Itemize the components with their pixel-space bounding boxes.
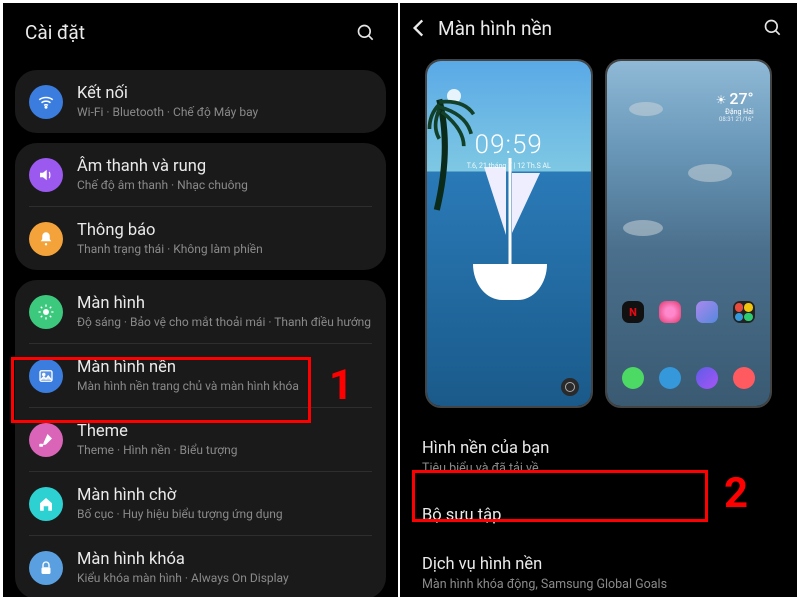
wallpaper-source-list: Hình nền của bạn Tiêu biểu và đã tải về … — [400, 418, 797, 597]
item-subtitle: Kiểu khóa màn hình · Always On Display — [77, 571, 372, 585]
item-subtitle: Theme · Hình nền · Biểu tượng — [77, 443, 372, 457]
item-sound[interactable]: Âm thanh và rung Chế độ âm thanh · Nhạc … — [15, 143, 386, 206]
app-icon — [733, 301, 755, 323]
item-title: Hình nền của bạn — [422, 439, 775, 458]
wifi-icon — [29, 85, 63, 119]
item-title: Theme — [77, 422, 372, 441]
lock-preview-date: T.6, 21 tháng 7 | 12 Th.S AL — [427, 162, 591, 170]
wallpaper-previews: 09:59 T.6, 21 tháng 7 | 12 Th.S AL 27° Đ… — [400, 51, 797, 418]
search-icon[interactable] — [356, 23, 376, 43]
wallpaper-header: Màn hình nền — [400, 3, 797, 51]
message-icon — [659, 367, 681, 389]
preview-app-row: N — [607, 301, 771, 323]
settings-group: Kết nối Wi-Fi · Bluetooth · Chế độ Máy b… — [15, 70, 386, 133]
lockscreen-preview[interactable]: 09:59 T.6, 21 tháng 7 | 12 Th.S AL — [425, 59, 593, 408]
phone-icon — [622, 367, 644, 389]
homescreen-preview[interactable]: 27° Đặng Hải 08:31 21/16° N — [605, 59, 773, 408]
weather-temp: 27° — [716, 89, 754, 108]
item-subtitle: Chế độ âm thanh · Nhạc chuông — [77, 178, 372, 192]
weather-range: 08:31 21/16° — [716, 116, 754, 123]
item-homescreen[interactable]: Màn hình chờ Bố cục · Huy hiệu biểu tượn… — [15, 472, 386, 535]
item-subtitle: Bố cục · Huy hiệu biểu tượng ứng dụng — [77, 507, 372, 521]
camera-icon — [733, 367, 755, 389]
item-gallery[interactable]: Bộ sưu tập — [400, 491, 797, 540]
browser-icon — [696, 367, 718, 389]
item-title: Màn hình — [77, 294, 372, 313]
item-connections[interactable]: Kết nối Wi-Fi · Bluetooth · Chế độ Máy b… — [15, 70, 386, 133]
item-subtitle: Màn hình khóa động, Samsung Global Goals — [422, 577, 775, 592]
wallpaper-panel: Màn hình nền 09:59 T.6, 21 tháng 7 | 12 … — [400, 3, 797, 597]
item-display[interactable]: Màn hình Độ sáng · Bảo vệ cho mắt thoải … — [15, 280, 386, 343]
home-icon — [29, 487, 63, 521]
image-icon — [29, 359, 63, 393]
item-title: Âm thanh và rung — [77, 157, 372, 176]
settings-panel: Cài đặt Kết nối Wi-Fi · Bluetooth · Chế … — [3, 3, 400, 597]
item-your-wallpapers[interactable]: Hình nền của bạn Tiêu biểu và đã tải về — [400, 424, 797, 491]
item-subtitle: Độ sáng · Bảo vệ cho mắt thoải mái · Tha… — [77, 315, 372, 329]
search-icon[interactable] — [763, 18, 783, 38]
page-title: Cài đặt — [25, 21, 85, 44]
sound-icon — [29, 158, 63, 192]
item-title: Thông báo — [77, 221, 372, 240]
item-title: Màn hình khóa — [77, 550, 372, 569]
item-subtitle: Wi-Fi · Bluetooth · Chế độ Máy bay — [77, 105, 372, 119]
app-icon — [696, 301, 718, 323]
lock-icon — [29, 551, 63, 585]
item-title: Màn hình nền — [77, 358, 372, 377]
back-icon[interactable] — [406, 15, 432, 41]
item-lockscreen[interactable]: Màn hình khóa Kiểu khóa màn hình · Alway… — [15, 536, 386, 597]
item-subtitle: Tiêu biểu và đã tải về — [422, 461, 775, 476]
item-theme[interactable]: Theme Theme · Hình nền · Biểu tượng — [15, 408, 386, 471]
settings-group: Âm thanh và rung Chế độ âm thanh · Nhạc … — [15, 143, 386, 270]
settings-header: Cài đặt — [3, 3, 398, 70]
item-title: Màn hình chờ — [77, 486, 372, 505]
item-title: Kết nối — [77, 84, 372, 103]
brush-icon — [29, 423, 63, 457]
weather-location: Đặng Hải — [716, 108, 754, 116]
sun-icon — [29, 295, 63, 329]
item-title: Bộ sưu tập — [422, 506, 775, 525]
page-title: Màn hình nền — [438, 17, 757, 40]
app-icon: N — [622, 301, 644, 323]
weather-widget: 27° Đặng Hải 08:31 21/16° — [716, 89, 754, 123]
bell-icon — [29, 222, 63, 256]
preview-dock — [607, 367, 771, 389]
item-notifications[interactable]: Thông báo Thanh trạng thái · Không làm p… — [15, 207, 386, 270]
app-icon — [659, 301, 681, 323]
item-title: Dịch vụ hình nền — [422, 555, 775, 574]
item-subtitle: Màn hình nền trang chủ và màn hình khóa — [77, 379, 372, 393]
item-wallpaper-services[interactable]: Dịch vụ hình nền Màn hình khóa động, Sam… — [400, 540, 797, 597]
lock-preview-time: 09:59 — [427, 130, 591, 160]
camera-icon — [561, 378, 579, 396]
item-subtitle: Thanh trạng thái · Không làm phiền — [77, 242, 372, 256]
settings-group: Màn hình Độ sáng · Bảo vệ cho mắt thoải … — [15, 280, 386, 597]
item-wallpaper[interactable]: Màn hình nền Màn hình nền trang chủ và m… — [15, 344, 386, 407]
